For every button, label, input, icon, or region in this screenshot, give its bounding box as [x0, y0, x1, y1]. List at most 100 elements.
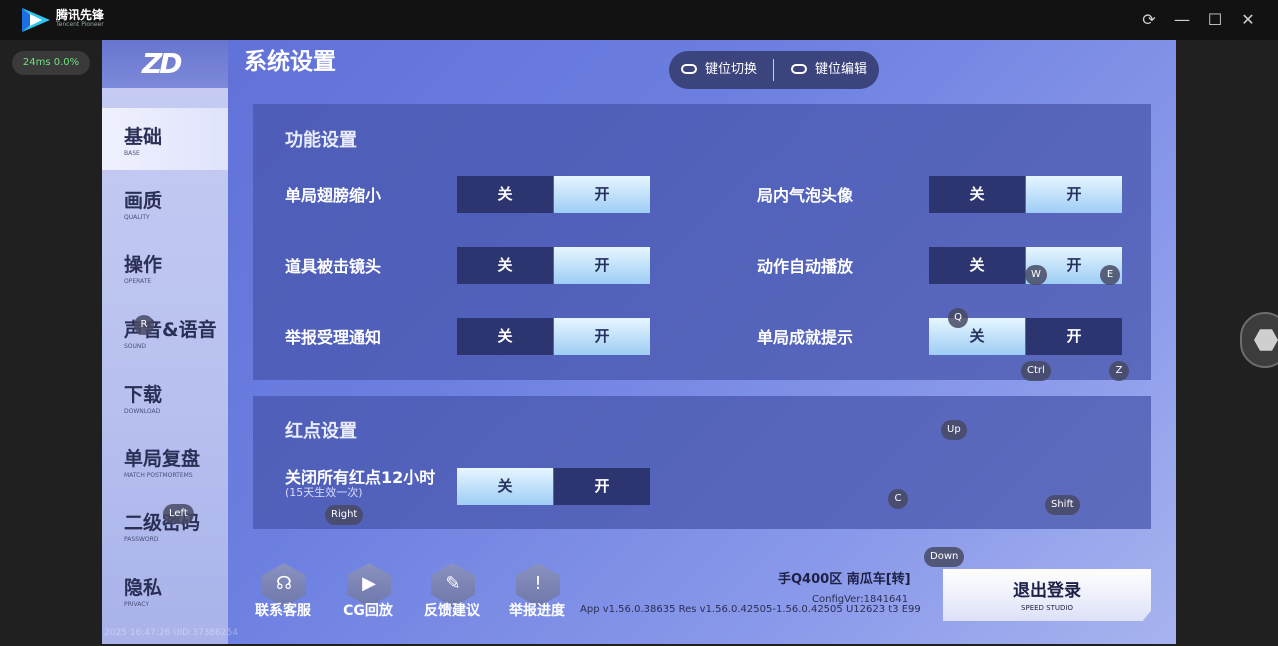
- nav-item-match-postmortems[interactable]: 单局复盘 MATCH POSTMORTEMS: [102, 430, 228, 492]
- nav-sublabel: SOUND: [124, 343, 147, 350]
- logout-sublabel: SPEED STUDIO: [1021, 604, 1073, 612]
- key-hint-right[interactable]: Right: [325, 505, 364, 525]
- toggle-off[interactable]: 关: [457, 176, 553, 213]
- key-hint-r[interactable]: R: [134, 315, 154, 335]
- nav-item-sound[interactable]: 声音&语音 SOUND: [102, 301, 228, 363]
- nav-item-base[interactable]: 基础 BASE: [102, 108, 228, 170]
- cg-replay-button[interactable]: ▶ CG回放: [333, 563, 403, 623]
- logout-button[interactable]: 退出登录 SPEED STUDIO: [943, 569, 1151, 621]
- toggle-off[interactable]: 关: [929, 247, 1025, 284]
- toggle-off[interactable]: 关: [457, 247, 553, 284]
- maximize-button[interactable]: ☐: [1205, 10, 1225, 30]
- key-hint-ctrl[interactable]: Ctrl: [1021, 361, 1051, 381]
- toggle-item-hit-camera[interactable]: 关 开: [457, 247, 650, 284]
- panel-title: 功能设置: [285, 130, 357, 151]
- gamepad-icon: [681, 64, 697, 74]
- key-edit-label: 键位编辑: [815, 62, 868, 77]
- key-hint-w[interactable]: W: [1025, 265, 1047, 285]
- game-screen: ZD 基础 BASE 画质 QUALITY 操作 OPERATE 声音&语音 S…: [102, 40, 1176, 644]
- feedback-button[interactable]: ✎ 反馈建议: [417, 563, 487, 623]
- nav-label: 下载: [124, 384, 163, 406]
- toggle-hide-red-dots[interactable]: 关 开: [457, 468, 650, 505]
- setting-label: 单局成就提示: [757, 328, 854, 347]
- refresh-icon[interactable]: ⟳: [1139, 10, 1159, 30]
- nav-item-operate[interactable]: 操作 OPERATE: [102, 236, 228, 298]
- nav-label: 基础: [124, 126, 163, 148]
- key-switch-label: 键位切换: [705, 62, 758, 77]
- toggle-on[interactable]: 开: [554, 468, 650, 505]
- game-logo: ZD: [102, 40, 228, 88]
- key-hint-down[interactable]: Down: [924, 547, 965, 567]
- key-hint-left[interactable]: Left: [163, 504, 194, 524]
- nav-item-quality[interactable]: 画质 QUALITY: [102, 172, 228, 234]
- toggle-off[interactable]: 关: [929, 318, 1025, 355]
- toggle-bubble-avatar[interactable]: 关 开: [929, 176, 1122, 213]
- server-name: 手Q400区 南瓜车[转]: [778, 572, 911, 587]
- game-logo-mark: ZD: [142, 47, 183, 80]
- toggle-report-notice[interactable]: 关 开: [457, 318, 650, 355]
- panel-title: 红点设置: [285, 421, 357, 442]
- nav-sublabel: BASE: [124, 150, 140, 157]
- nav-sublabel: PRIVACY: [124, 601, 150, 608]
- key-edit-button[interactable]: 键位编辑: [791, 51, 867, 89]
- app-subtitle: Tencent Pioneer: [56, 21, 104, 28]
- nav-label: 画质: [124, 190, 163, 212]
- report-progress-button[interactable]: ! 举报进度: [502, 563, 572, 623]
- close-button[interactable]: ✕: [1238, 10, 1258, 30]
- gamepad-icon: [791, 64, 807, 74]
- toggle-on[interactable]: 开: [1026, 318, 1122, 355]
- toggle-on[interactable]: 开: [554, 247, 650, 284]
- key-hint-e[interactable]: E: [1100, 265, 1120, 285]
- setting-label: 关闭所有红点12小时: [285, 468, 436, 487]
- toggle-on[interactable]: 开: [554, 318, 650, 355]
- button-label: 联系客服: [255, 603, 311, 619]
- latency-indicator: 24ms 0.0%: [12, 51, 90, 75]
- red-dot-settings-panel: 红点设置 关闭所有红点12小时 (15天生效一次) 关 开: [253, 396, 1151, 529]
- nav-item-password[interactable]: 二级密码 PASSWORD: [102, 494, 228, 556]
- setting-label: 动作自动播放: [757, 257, 854, 276]
- logout-label: 退出登录: [1013, 581, 1081, 601]
- app-logo-icon: [22, 8, 50, 32]
- gear-icon: [1254, 329, 1278, 351]
- settings-sidebar: ZD 基础 BASE 画质 QUALITY 操作 OPERATE 声音&语音 S…: [102, 40, 228, 644]
- setting-label: 局内气泡头像: [757, 186, 854, 205]
- app-version: App v1.56.0.38635 Res v1.56.0.42505-1.56…: [580, 604, 921, 615]
- nav-item-download[interactable]: 下载 DOWNLOAD: [102, 366, 228, 428]
- page-title: 系统设置: [244, 49, 336, 75]
- contact-support-button[interactable]: ☊ 联系客服: [248, 563, 318, 623]
- key-switch-button[interactable]: 键位切换: [681, 51, 757, 89]
- key-mapping-bar: 键位切换 键位编辑: [669, 51, 879, 89]
- setting-sublabel: (15天生效一次): [285, 486, 363, 499]
- toggle-on[interactable]: 开: [554, 176, 650, 213]
- nav-label: 操作: [124, 254, 163, 276]
- nav-label: 隐私: [124, 577, 163, 599]
- nav-item-privacy[interactable]: 隐私 PRIVACY: [102, 559, 228, 621]
- key-hint-up[interactable]: Up: [941, 420, 967, 440]
- divider: [773, 59, 774, 81]
- nav-sublabel: OPERATE: [124, 278, 152, 285]
- warning-glyph: !: [534, 573, 542, 594]
- setting-label: 举报受理通知: [285, 328, 382, 347]
- function-settings-panel: 功能设置 单局翅膀缩小 关 开 局内气泡头像 关 开 道具被击镜头 关 开 动作…: [253, 104, 1151, 380]
- toggle-wing-shrink[interactable]: 关 开: [457, 176, 650, 213]
- title-bar: 腾讯先锋 Tencent Pioneer ⟳ — ☐ ✕: [0, 0, 1278, 40]
- pencil-glyph: ✎: [445, 573, 461, 594]
- app-name: 腾讯先锋: [56, 8, 105, 22]
- key-hint-z[interactable]: Z: [1109, 361, 1129, 381]
- button-label: CG回放: [343, 603, 393, 619]
- button-label: 反馈建议: [424, 603, 480, 619]
- side-menu-handle[interactable]: [1240, 312, 1278, 368]
- toggle-on[interactable]: 开: [1026, 176, 1122, 213]
- key-hint-q[interactable]: Q: [948, 308, 968, 328]
- headset-glyph: ☊: [276, 573, 292, 594]
- uid-watermark: 2025 16:47:26 UID:37386254: [104, 628, 239, 638]
- nav-label: 单局复盘: [124, 448, 201, 470]
- minimize-button[interactable]: —: [1172, 10, 1192, 30]
- nav-sublabel: QUALITY: [124, 214, 150, 221]
- toggle-off[interactable]: 关: [457, 468, 553, 505]
- toggle-off[interactable]: 关: [457, 318, 553, 355]
- toggle-off[interactable]: 关: [929, 176, 1025, 213]
- key-hint-c[interactable]: C: [888, 489, 908, 509]
- nav-sublabel: PASSWORD: [124, 536, 159, 543]
- key-hint-shift[interactable]: Shift: [1045, 495, 1080, 515]
